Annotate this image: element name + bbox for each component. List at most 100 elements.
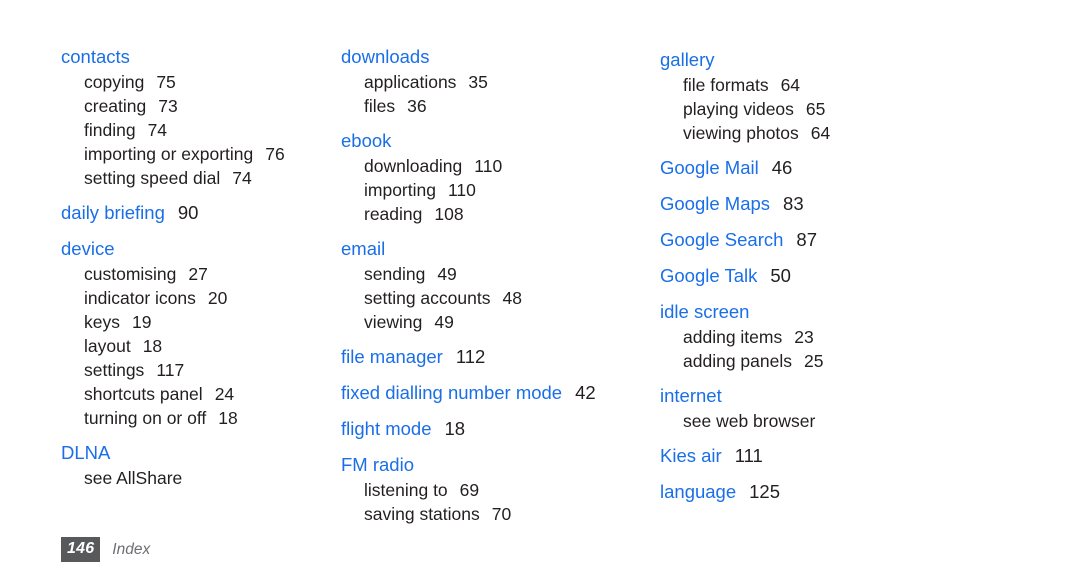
index-entry-label: internet xyxy=(660,385,722,406)
index-entry-label: reading xyxy=(364,204,423,224)
index-sub-entry[interactable]: listening to 69 xyxy=(341,479,660,503)
index-heading-entry[interactable]: language 125 xyxy=(660,479,1080,506)
index-heading-entry[interactable]: Google Maps 83 xyxy=(660,191,1080,218)
index-entry-label: files xyxy=(364,96,396,116)
index-entry-label: FM radio xyxy=(341,454,414,475)
index-sub-entry[interactable]: creating 73 xyxy=(61,95,332,119)
index-heading-entry[interactable]: flight mode 18 xyxy=(341,416,660,443)
index-entry-label: Kies air xyxy=(660,445,722,466)
index-heading-entry[interactable]: file manager 112 xyxy=(341,344,660,371)
index-entry-page-number: 117 xyxy=(156,360,185,380)
index-entry-label: layout xyxy=(84,336,131,356)
index-sub-entry[interactable]: copying 75 xyxy=(61,71,332,95)
index-entry-label: email xyxy=(341,238,386,259)
index-entry-label: Google Mail xyxy=(660,157,759,178)
index-entry-page-number: 42 xyxy=(575,382,596,403)
index-heading-entry[interactable]: downloads xyxy=(341,44,660,71)
index-entry-label: see web browser xyxy=(683,411,816,431)
index-sub-entry[interactable]: viewing photos 64 xyxy=(660,122,1080,146)
index-entry-label: importing xyxy=(364,180,436,200)
index-entry-label: flight mode xyxy=(341,418,432,439)
index-entry-page-number: 49 xyxy=(437,264,457,284)
index-page: contacts copying 75 creating 73 finding 74 impo… xyxy=(0,0,1080,586)
index-entry-label: customising xyxy=(84,264,177,284)
index-sub-entry[interactable]: setting speed dial 74 xyxy=(61,167,332,191)
index-entry-page-number: 64 xyxy=(810,123,831,143)
index-sub-entry[interactable]: see AllShare xyxy=(61,467,332,491)
index-entry-label: Google Maps xyxy=(660,193,771,214)
index-heading-entry[interactable]: contacts xyxy=(61,44,332,71)
index-sub-entry[interactable]: keys 19 xyxy=(61,311,332,335)
index-entry-label: setting speed dial xyxy=(84,168,221,188)
index-entry-page-number: 36 xyxy=(407,96,427,116)
index-sub-entry[interactable]: importing or exporting 76 xyxy=(61,143,332,167)
index-entry-page-number: 46 xyxy=(771,157,793,178)
index-sub-entry[interactable]: downloading 110 xyxy=(341,155,660,179)
index-entry-page-number: 48 xyxy=(502,288,522,308)
index-heading-entry[interactable]: internet xyxy=(660,383,1080,410)
index-sub-entry[interactable]: viewing 49 xyxy=(341,311,660,335)
index-sub-entry[interactable]: shortcuts panel 24 xyxy=(61,383,332,407)
index-entry-page-number: 75 xyxy=(156,72,176,92)
index-entry-label: DLNA xyxy=(61,442,111,463)
index-sub-entry[interactable]: saving stations 70 xyxy=(341,503,660,527)
index-entry-label: downloads xyxy=(341,46,430,67)
index-entry-page-number: 25 xyxy=(803,351,824,371)
index-sub-entry[interactable]: adding panels 25 xyxy=(660,350,1080,374)
index-entry-page-number: 74 xyxy=(232,168,252,188)
index-entry-label: Google Search xyxy=(660,229,784,250)
index-sub-entry[interactable]: files 36 xyxy=(341,95,660,119)
index-entry-label: file manager xyxy=(341,346,443,367)
index-entry-page-number: 108 xyxy=(434,204,464,224)
index-sub-entry[interactable]: reading 108 xyxy=(341,203,660,227)
index-sub-entry[interactable]: sending 49 xyxy=(341,263,660,287)
index-entry-label: downloading xyxy=(364,156,463,176)
index-entry-page-number: 19 xyxy=(131,312,152,332)
index-heading-entry[interactable]: idle screen xyxy=(660,299,1080,326)
index-entry-page-number: 111 xyxy=(734,445,763,466)
index-heading-entry[interactable]: daily briefing 90 xyxy=(61,200,332,227)
index-entry-label: shortcuts panel xyxy=(84,384,203,404)
index-heading-entry[interactable]: DLNA xyxy=(61,440,332,467)
index-heading-entry[interactable]: gallery xyxy=(660,47,1080,74)
index-entry-page-number: 35 xyxy=(468,72,488,92)
index-heading-entry[interactable]: Google Mail 46 xyxy=(660,155,1080,182)
index-sub-entry[interactable]: file formats 64 xyxy=(660,74,1080,98)
index-sub-entry[interactable]: turning on or off 18 xyxy=(61,407,332,431)
index-heading-entry[interactable]: email xyxy=(341,236,660,263)
index-heading-entry[interactable]: Kies air 111 xyxy=(660,443,1080,470)
index-sub-entry[interactable]: finding 74 xyxy=(61,119,332,143)
index-sub-entry[interactable]: applications 35 xyxy=(341,71,660,95)
index-entry-page-number: 18 xyxy=(218,408,238,428)
index-entry-page-number: 23 xyxy=(794,327,814,347)
index-entry-page-number: 18 xyxy=(142,336,163,356)
index-entry-page-number: 125 xyxy=(749,481,781,502)
index-entry-label: saving stations xyxy=(364,504,480,524)
index-entry-label: indicator icons xyxy=(84,288,196,308)
index-entry-label: file formats xyxy=(683,75,769,95)
index-entry-page-number: 73 xyxy=(158,96,178,116)
index-entry-label: listening to xyxy=(364,480,448,500)
index-heading-entry[interactable]: Google Talk 50 xyxy=(660,263,1080,290)
index-heading-entry[interactable]: ebook xyxy=(341,128,660,155)
index-columns: contacts copying 75 creating 73 finding 74 impo… xyxy=(0,44,1080,527)
index-sub-entry[interactable]: see web browser xyxy=(660,410,1080,434)
index-heading-entry[interactable]: device xyxy=(61,236,332,263)
index-column-2: downloads applications 35 files 36 ebook downl… xyxy=(332,44,660,527)
index-sub-entry[interactable]: layout 18 xyxy=(61,335,332,359)
index-entry-page-number: 27 xyxy=(188,264,208,284)
index-entry-label: idle screen xyxy=(660,301,750,322)
index-sub-entry[interactable]: adding items 23 xyxy=(660,326,1080,350)
index-heading-entry[interactable]: fixed dialling number mode 42 xyxy=(341,380,660,407)
index-heading-entry[interactable]: FM radio xyxy=(341,452,660,479)
index-entry-page-number: 76 xyxy=(265,144,285,164)
index-sub-entry[interactable]: settings 117 xyxy=(61,359,332,383)
index-entry-label: adding items xyxy=(683,327,783,347)
index-sub-entry[interactable]: playing videos 65 xyxy=(660,98,1080,122)
index-sub-entry[interactable]: importing 110 xyxy=(341,179,660,203)
index-entry-label: viewing photos xyxy=(683,123,799,143)
index-sub-entry[interactable]: customising 27 xyxy=(61,263,332,287)
index-sub-entry[interactable]: setting accounts 48 xyxy=(341,287,660,311)
index-heading-entry[interactable]: Google Search 87 xyxy=(660,227,1080,254)
index-sub-entry[interactable]: indicator icons 20 xyxy=(61,287,332,311)
